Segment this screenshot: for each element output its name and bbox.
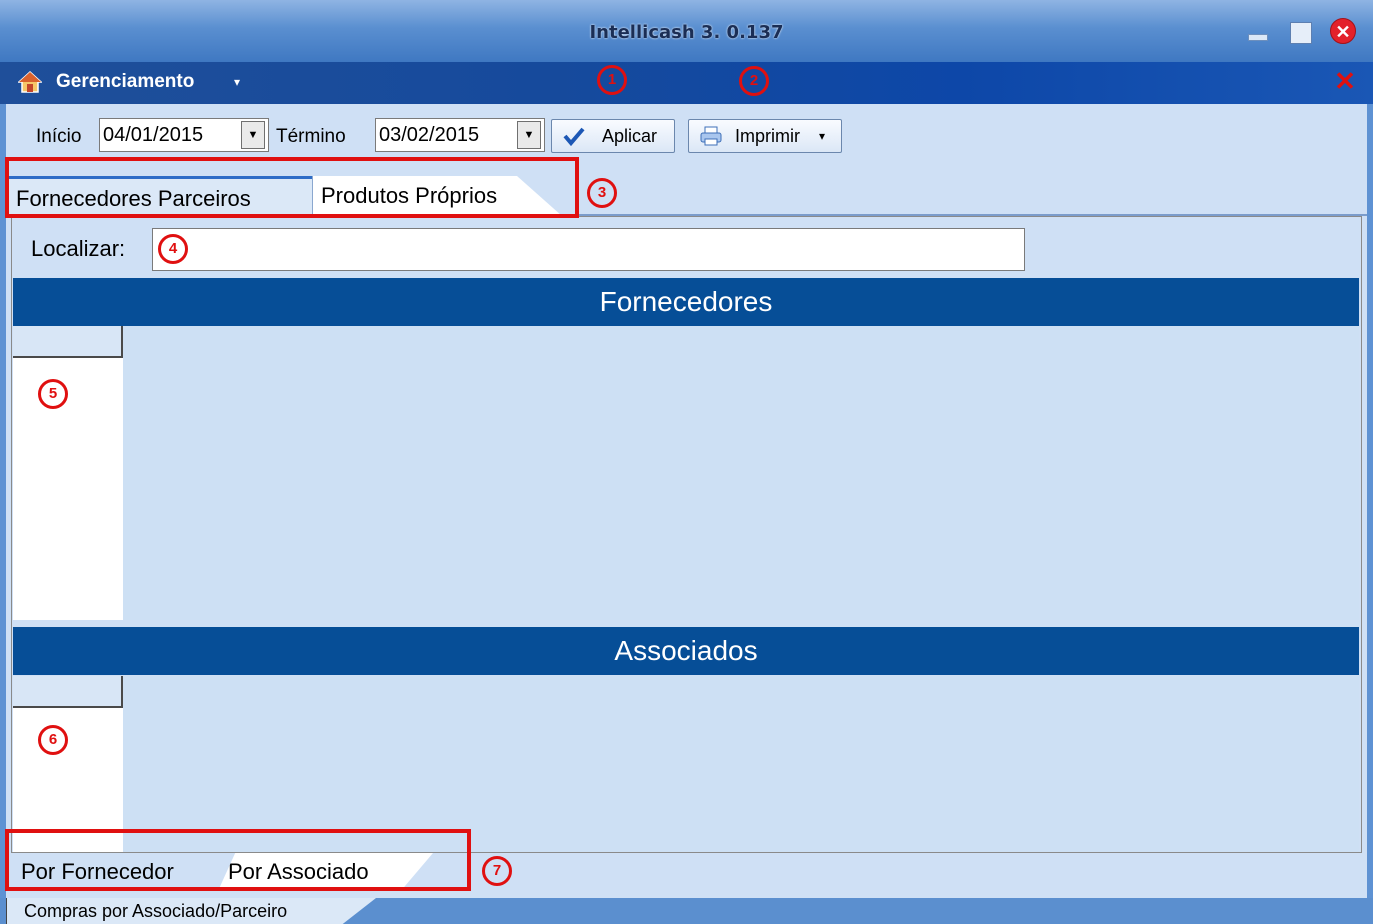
printer-icon <box>700 126 722 146</box>
associados-header: Associados <box>13 627 1359 675</box>
fornecedores-header: Fornecedores <box>13 278 1359 326</box>
termino-dropdown-button[interactable]: ▼ <box>517 121 541 149</box>
annotation-marker-1: 1 <box>597 65 627 95</box>
grid-corner-header[interactable] <box>13 326 123 358</box>
annotation-marker-2: 2 <box>739 66 769 96</box>
chevron-down-icon[interactable]: ▾ <box>234 70 240 94</box>
minimize-icon[interactable] <box>1246 22 1270 42</box>
annotation-marker-5: 5 <box>38 379 68 409</box>
window-title: Intellicash 3. 0.137 <box>589 22 784 43</box>
termino-label: Término <box>276 126 346 147</box>
aplicar-button[interactable]: Aplicar <box>551 119 675 153</box>
inicio-dropdown-button[interactable]: ▼ <box>241 121 265 149</box>
annotation-marker-4: 4 <box>158 234 188 264</box>
fornecedores-grid[interactable] <box>13 326 1359 620</box>
menu-gerenciamento[interactable]: Gerenciamento <box>56 70 194 94</box>
imprimir-label: Imprimir <box>735 126 800 146</box>
search-input[interactable] <box>152 228 1025 271</box>
row-header-column <box>13 326 123 620</box>
home-icon <box>18 70 42 93</box>
grid-corner-header[interactable] <box>13 676 123 708</box>
status-text: Compras por Associado/Parceiro <box>24 901 288 921</box>
check-icon <box>563 127 585 147</box>
close-icon[interactable]: ✕ <box>1330 66 1360 96</box>
highlight-box-bottom-tabs <box>5 829 471 891</box>
annotation-marker-6: 6 <box>38 725 68 755</box>
close-icon[interactable]: ✕ <box>1330 18 1356 44</box>
aplicar-label: Aplicar <box>602 126 658 146</box>
annotation-marker-7: 7 <box>482 856 512 886</box>
highlight-box-tabs <box>5 157 579 218</box>
menu-bar <box>0 62 1373 104</box>
imprimir-button[interactable]: Imprimir ▾ <box>688 119 842 153</box>
chevron-down-icon: ▾ <box>819 129 826 143</box>
localizar-label: Localizar: <box>31 236 126 261</box>
associados-grid[interactable] <box>13 676 1359 852</box>
annotation-marker-3: 3 <box>587 178 617 208</box>
maximize-icon[interactable] <box>1290 22 1312 44</box>
inicio-label: Início <box>36 126 82 147</box>
